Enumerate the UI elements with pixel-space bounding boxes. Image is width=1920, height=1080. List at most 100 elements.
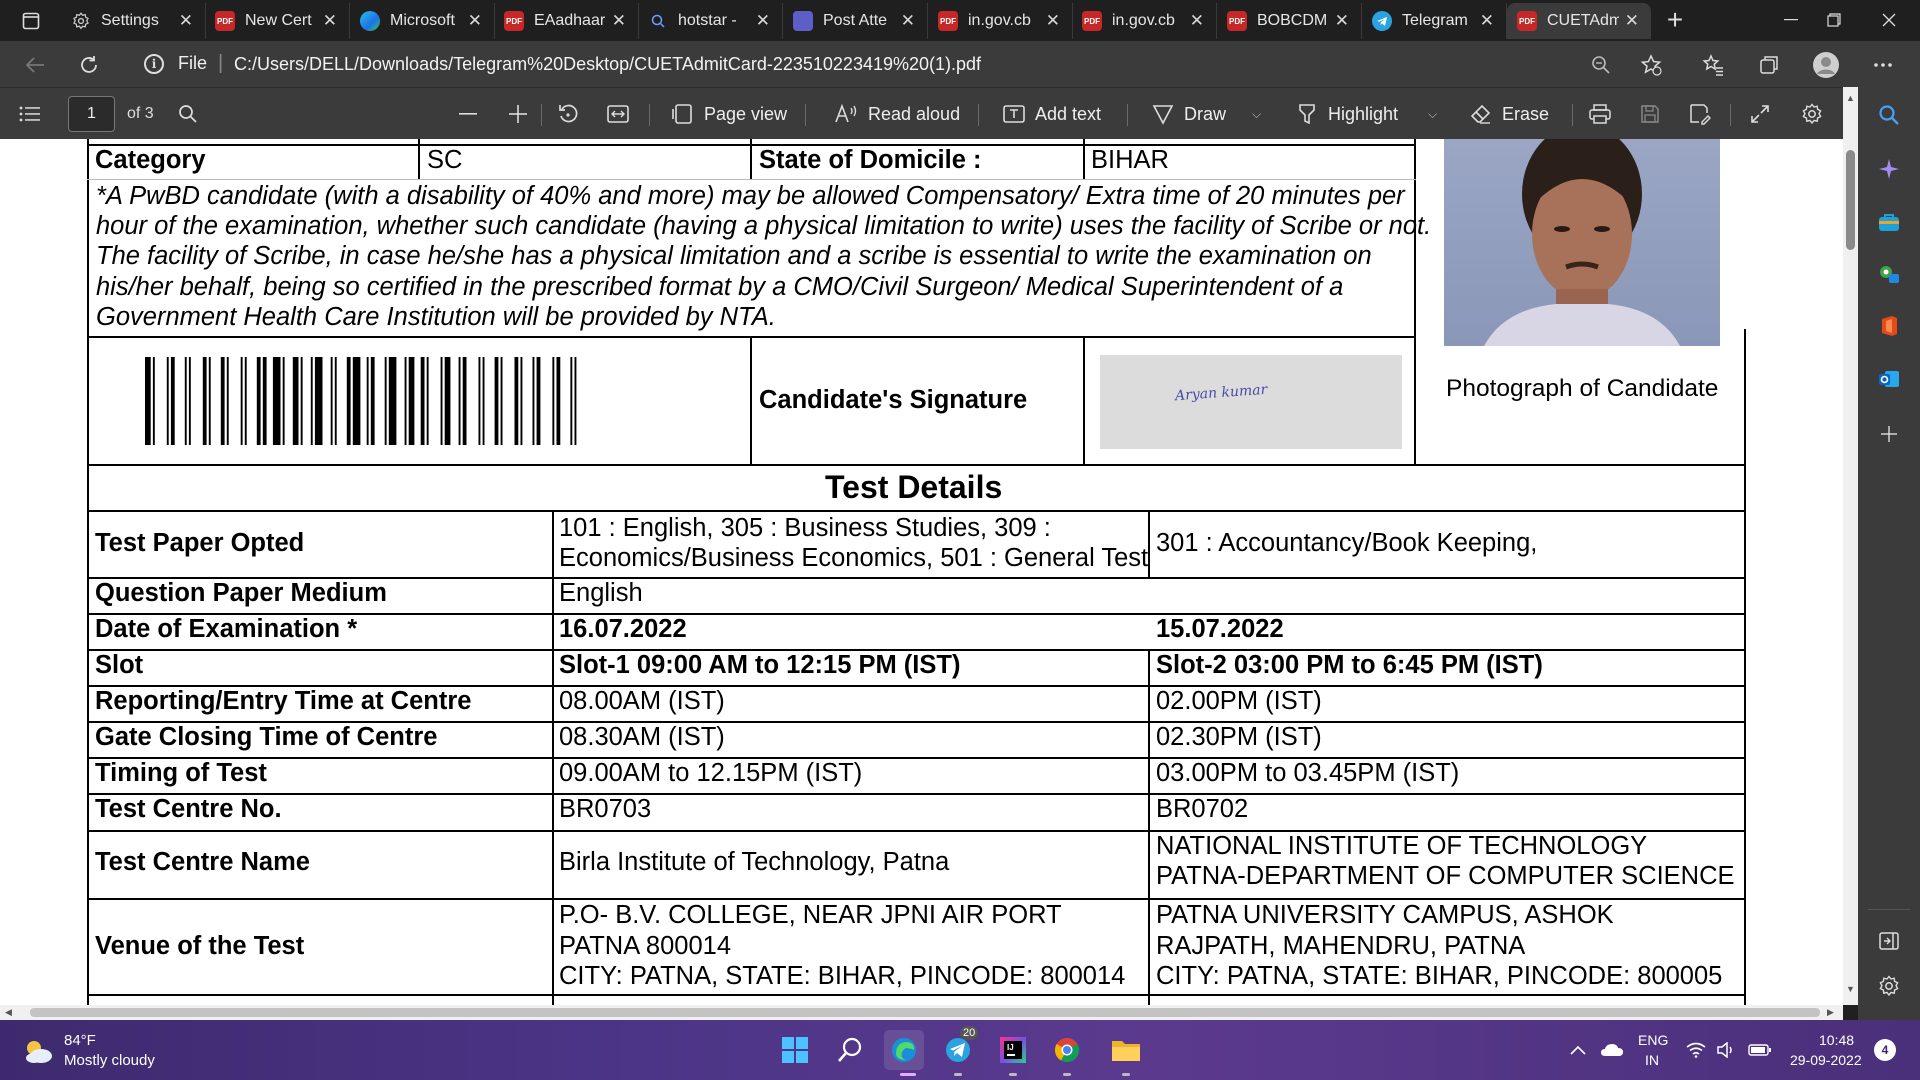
taskbar-edge-icon[interactable]: [884, 1030, 924, 1070]
fullscreen-icon[interactable]: [1744, 98, 1776, 130]
scroll-right-arrow-icon[interactable]: ▶: [1827, 1007, 1834, 1018]
rotate-icon[interactable]: [552, 98, 584, 130]
back-button[interactable]: [18, 48, 52, 82]
tab-close-icon[interactable]: ✕: [1190, 11, 1204, 31]
taskbar-telegram-icon[interactable]: 20: [938, 1026, 979, 1070]
read-aloud-button[interactable]: Read aloud: [834, 98, 960, 130]
draw-options-chevron-icon[interactable]: ⌵: [1252, 107, 1261, 122]
tab-close-icon[interactable]: ✕: [179, 11, 193, 31]
profile-avatar-icon[interactable]: [1809, 48, 1843, 82]
tab-close-icon[interactable]: ✕: [756, 11, 770, 31]
find-icon[interactable]: [172, 98, 204, 130]
browser-tab[interactable]: hotstar - ✕: [638, 3, 783, 39]
info-icon[interactable]: i: [144, 54, 164, 74]
pdf-icon: PDF: [1227, 11, 1247, 31]
sidebar-office-icon[interactable]: [1872, 309, 1906, 343]
notification-count-badge[interactable]: 4: [1874, 1039, 1896, 1061]
save-icon[interactable]: [1634, 98, 1666, 130]
print-icon[interactable]: [1584, 98, 1616, 130]
browser-tab[interactable]: PDF New Cert ✕: [205, 3, 350, 39]
url-field[interactable]: i File | C:/Users/DELL/Downloads/Telegra…: [132, 47, 1662, 81]
scroll-left-arrow-icon[interactable]: ◀: [5, 1007, 12, 1018]
highlight-options-chevron-icon[interactable]: ⌵: [1428, 107, 1437, 122]
browser-tab[interactable]: PDF EAadhaar ✕: [494, 3, 639, 39]
tab-close-icon[interactable]: ✕: [468, 11, 482, 31]
vertical-scrollbar[interactable]: ▲ ▼: [1843, 87, 1858, 1005]
tab-close-icon[interactable]: ✕: [1335, 11, 1349, 31]
venue-1-line: CITY: PATNA, STATE: BIHAR, PINCODE: 8000…: [559, 962, 1126, 990]
zoom-in-icon[interactable]: [502, 98, 534, 130]
scroll-down-arrow-icon[interactable]: ▼: [1846, 984, 1855, 994]
sidebar-discover-icon[interactable]: [1872, 152, 1906, 186]
tab-close-icon[interactable]: ✕: [1046, 11, 1060, 31]
browser-tab[interactable]: Post Atte ✕: [783, 3, 928, 39]
browser-tab[interactable]: Settings ✕: [61, 3, 206, 39]
tab-close-icon[interactable]: ✕: [1625, 11, 1639, 31]
weather-desc[interactable]: Mostly cloudy: [64, 1052, 155, 1069]
page-view-button[interactable]: Page view: [672, 98, 787, 130]
url-text[interactable]: C:/Users/DELL/Downloads/Telegram%20Deskt…: [234, 54, 981, 75]
save-as-icon[interactable]: [1684, 98, 1716, 130]
sidebar-shopping-icon[interactable]: [1872, 205, 1906, 239]
browser-tab[interactable]: PDF BOBCDM ✕: [1217, 3, 1362, 39]
language-indicator[interactable]: ENG: [1638, 1032, 1668, 1048]
sidebar-hide-icon[interactable]: [1872, 924, 1906, 958]
tab-close-icon[interactable]: ✕: [1480, 11, 1494, 31]
start-windows-icon[interactable]: [775, 1030, 815, 1070]
tab-close-icon[interactable]: ✕: [901, 11, 915, 31]
clock-date[interactable]: 29-09-2022: [1790, 1052, 1862, 1068]
barcode-bar: [366, 357, 369, 445]
taskbar-search-icon[interactable]: [830, 1030, 870, 1070]
taskbar-file-explorer-icon[interactable]: [1106, 1030, 1146, 1070]
refresh-button[interactable]: [72, 48, 106, 82]
close-window-button[interactable]: [1860, 0, 1918, 40]
page-number-input[interactable]: 1: [68, 96, 115, 132]
eraser-icon: [1470, 104, 1491, 124]
barcode-bar: [536, 357, 541, 445]
browser-tab[interactable]: PDF in.gov.cb ✕: [1072, 3, 1217, 39]
tab-close-icon[interactable]: ✕: [612, 11, 626, 31]
centre-name-2-line: PATNA-DEPARTMENT OF COMPUTER SCIENCE: [1156, 862, 1735, 890]
browser-tab[interactable]: PDF CUETAdm ✕: [1507, 3, 1651, 39]
restore-button[interactable]: [1805, 0, 1863, 40]
contents-icon[interactable]: [14, 98, 46, 130]
add-favorite-icon[interactable]: [1634, 48, 1668, 82]
table-rule: [552, 510, 554, 1005]
battery-icon[interactable]: [1740, 1030, 1780, 1070]
pdf-settings-gear-icon[interactable]: [1796, 98, 1828, 130]
horizontal-scrollbar[interactable]: ◀ ▶: [0, 1005, 1843, 1020]
table-rule: [87, 757, 1746, 759]
weather-cloud-icon[interactable]: [18, 1031, 58, 1071]
browser-tab[interactable]: Microsoft ✕: [350, 3, 495, 39]
onedrive-cloud-icon[interactable]: [1592, 1030, 1632, 1070]
add-text-button[interactable]: Add text: [1003, 98, 1101, 130]
sidebar-search-icon[interactable]: [1872, 98, 1906, 132]
favorites-icon[interactable]: [1696, 48, 1730, 82]
taskbar-jetbrains-icon[interactable]: IJ: [993, 1030, 1033, 1070]
horizontal-scroll-thumb[interactable]: [30, 1008, 1820, 1017]
taskbar-chrome-icon[interactable]: [1047, 1030, 1087, 1070]
clock-time[interactable]: 10:48: [1819, 1032, 1854, 1048]
zoom-icon[interactable]: [1584, 48, 1618, 82]
barcode-bar: [420, 357, 425, 445]
sidebar-outlook-icon[interactable]: [1872, 362, 1906, 396]
browser-tab[interactable]: PDF in.gov.cb ✕: [928, 3, 1073, 39]
weather-temp[interactable]: 84°F: [64, 1032, 96, 1049]
scroll-up-arrow-icon[interactable]: ▲: [1846, 93, 1855, 103]
vertical-scroll-thumb[interactable]: [1846, 150, 1855, 250]
erase-button[interactable]: Erase: [1470, 98, 1549, 130]
tab-close-icon[interactable]: ✕: [323, 11, 337, 31]
sidebar-tools-icon[interactable]: [1872, 257, 1906, 291]
sidebar-add-icon[interactable]: [1872, 417, 1906, 451]
draw-button[interactable]: Draw: [1152, 98, 1226, 130]
more-menu-icon[interactable]: [1866, 48, 1900, 82]
browser-tab[interactable]: Telegram ✕: [1362, 3, 1507, 39]
sidebar-settings-gear-icon[interactable]: [1872, 969, 1906, 1003]
zoom-out-icon[interactable]: [452, 98, 484, 130]
new-tab-button[interactable]: +: [1658, 4, 1692, 38]
highlight-button[interactable]: Highlight: [1296, 98, 1398, 130]
fit-width-icon[interactable]: [602, 98, 634, 130]
tab-actions-icon[interactable]: [13, 8, 49, 34]
region-indicator[interactable]: IN: [1645, 1052, 1659, 1068]
collections-icon[interactable]: [1752, 48, 1786, 82]
